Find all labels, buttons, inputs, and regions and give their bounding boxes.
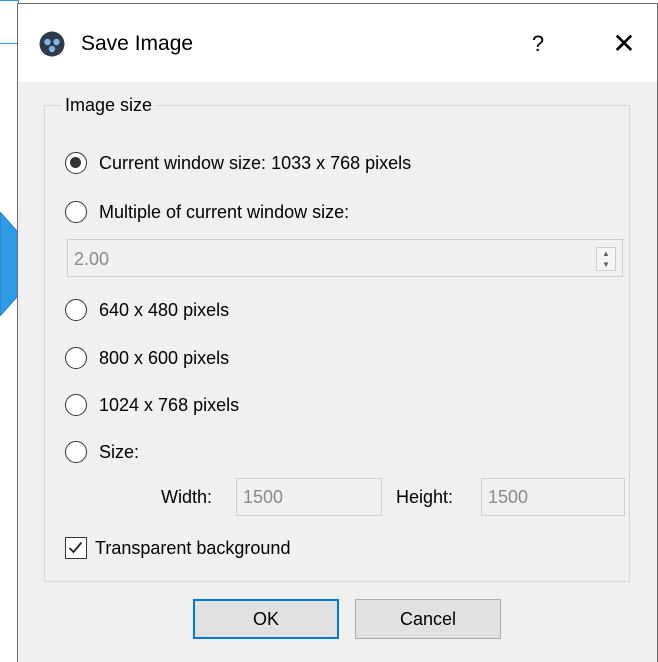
height-value: 1500 [488,487,529,507]
save-image-dialog: Save Image ? ✕ Image size Current window… [17,3,658,662]
radio-label: 800 x 600 pixels [99,348,230,368]
paraview-logo-icon [39,31,65,57]
help-button[interactable]: ? [516,22,560,66]
close-button[interactable]: ✕ [602,22,646,66]
screen: Save Image ? ✕ Image size Current window… [0,0,658,662]
image-size-group: Image size Current window size: 1033 x 7… [44,94,630,582]
title-bar: Save Image ? ✕ [18,4,657,82]
radio-multiple-window-size[interactable]: Multiple of current window size: [65,198,349,226]
radio-label: Size: [99,442,140,462]
radio-custom-size[interactable]: Size: [65,438,139,466]
dialog-title: Save Image [81,32,194,55]
radio-label: 640 x 480 pixels [99,300,230,320]
height-label: Height: [396,487,454,507]
radio-1024x768[interactable]: 1024 x 768 pixels [65,391,239,419]
width-label: Width: [161,487,213,507]
height-field[interactable]: 1500 [481,478,625,516]
cancel-button[interactable]: Cancel [355,599,501,639]
radio-label: 1024 x 768 pixels [99,395,240,415]
close-icon: ✕ [612,28,636,59]
spin-up-icon[interactable]: ▲ [597,248,615,259]
radio-button[interactable] [65,201,87,223]
radio-button-checked[interactable] [65,152,87,174]
transparent-background-label: Transparent background [95,538,291,558]
width-field[interactable]: 1500 [236,478,382,516]
image-size-group-title: Image size [61,94,157,116]
multiple-value: 2.00 [74,249,110,269]
spin-down-icon[interactable]: ▼ [597,259,615,270]
transparent-background-checkbox[interactable] [65,537,87,559]
radio-button[interactable] [65,299,87,321]
radio-label: Current window size: 1033 x 768 pixels [99,153,412,173]
transparent-background-checkbox-row[interactable]: Transparent background [65,534,290,562]
radio-button[interactable] [65,441,87,463]
question-mark-icon: ? [531,31,545,56]
multiple-spinbox[interactable]: 2.00 ▲ ▼ [67,239,623,277]
checkmark-icon [68,541,83,554]
spin-buttons: ▲ ▼ [596,247,616,271]
radio-button[interactable] [65,394,87,416]
radio-current-window-size[interactable]: Current window size: 1033 x 768 pixels [65,149,411,177]
ok-button[interactable]: OK [193,599,339,639]
radio-800x600[interactable]: 800 x 600 pixels [65,344,229,372]
width-value: 1500 [243,487,284,507]
radio-button[interactable] [65,347,87,369]
radio-label: Multiple of current window size: [99,202,350,222]
radio-640x480[interactable]: 640 x 480 pixels [65,296,229,324]
